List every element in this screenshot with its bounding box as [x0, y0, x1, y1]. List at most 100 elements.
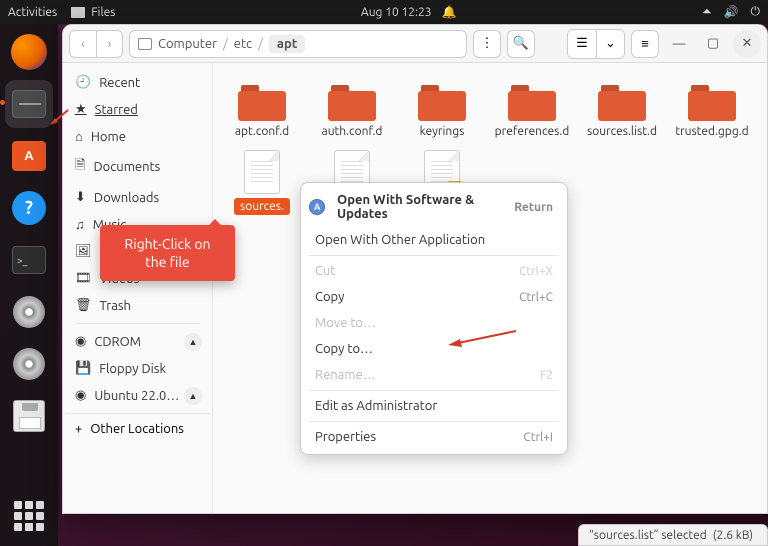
- dock-firefox[interactable]: [5, 28, 53, 76]
- ctx-label: Open With Software & Updates: [337, 193, 506, 221]
- sidebar-item-label: Home: [91, 130, 126, 144]
- sidebar-documents[interactable]: 🗎Documents: [65, 150, 210, 184]
- dock-disc2[interactable]: [5, 340, 53, 388]
- sidebar-item-label: Ubuntu 22.0…: [94, 389, 179, 403]
- ctx-open-other-app[interactable]: Open With Other Application: [301, 227, 567, 253]
- floppy-icon: [13, 400, 45, 432]
- breadcrumb-sep: /: [258, 37, 263, 51]
- nav-arrows: ‹ ›: [69, 30, 123, 58]
- breadcrumb[interactable]: Computer / etc / apt: [129, 30, 467, 58]
- sidebar-recent[interactable]: 🕘Recent: [65, 69, 210, 96]
- disc-icon: [13, 348, 45, 380]
- disc-icon: ◉: [75, 388, 86, 403]
- file-label: keyrings: [420, 125, 465, 138]
- folder-icon: [238, 81, 286, 121]
- ctx-label: Properties: [315, 430, 376, 444]
- sidebar-downloads[interactable]: ⬇Downloads: [65, 184, 210, 211]
- callout-text-1: Right-Click on: [124, 236, 210, 252]
- hamburger-icon: ≡: [641, 36, 649, 51]
- status-bar: “sources.list” selected (2.6 kB): [578, 524, 768, 546]
- sidebar-starred[interactable]: ★Starred: [65, 96, 210, 123]
- sidebar-item-label: Other Locations: [90, 422, 184, 436]
- dock-floppy[interactable]: [5, 392, 53, 440]
- dock-software[interactable]: A: [5, 132, 53, 180]
- ctx-shortcut: Return: [514, 201, 553, 214]
- search-icon: 🔍: [513, 36, 529, 51]
- clock-icon: 🕘: [75, 75, 91, 90]
- folder-keyrings[interactable]: keyrings: [397, 75, 487, 144]
- software-icon: A: [12, 141, 46, 171]
- folder-apt-conf-d[interactable]: apt.conf.d: [217, 75, 307, 144]
- callout-right-click: Right-Click on the file: [100, 225, 235, 281]
- sidebar-trash[interactable]: 🗑Trash: [65, 292, 210, 319]
- dock-apps[interactable]: [5, 492, 53, 540]
- topbar-files-label: Files: [91, 6, 115, 19]
- firefox-icon: [11, 34, 47, 70]
- dock-disc1[interactable]: [5, 288, 53, 336]
- sidebar-home[interactable]: ⌂ Home: [65, 123, 210, 150]
- ctx-label: Edit as Administrator: [315, 399, 437, 413]
- topbar-files[interactable]: Files: [71, 6, 115, 19]
- power-icon[interactable]: ⏻: [751, 5, 761, 19]
- view-switcher: ☰ ⌄: [567, 29, 625, 59]
- minimize-button[interactable]: —: [665, 30, 693, 58]
- clock[interactable]: Aug 10 12:23: [361, 6, 432, 19]
- file-sources-list[interactable]: sources.: [217, 144, 307, 221]
- folder-trusted-gpg-d[interactable]: trusted.gpg.d: [667, 75, 757, 144]
- sidebar-other-locations[interactable]: +Other Locations: [65, 413, 210, 444]
- view-dropdown-button[interactable]: ⌄: [596, 30, 624, 58]
- volume-icon[interactable]: 🔊: [724, 5, 739, 19]
- close-button[interactable]: ✕: [733, 30, 761, 58]
- dock-help[interactable]: ?: [5, 184, 53, 232]
- ctx-edit-as-admin[interactable]: Edit as Administrator: [301, 393, 567, 419]
- sidebar-floppy[interactable]: 💾Floppy Disk: [65, 355, 210, 382]
- menu-button[interactable]: ⋮: [473, 30, 501, 58]
- folder-icon: [71, 7, 85, 18]
- eject-button[interactable]: ▲: [184, 333, 202, 351]
- home-icon: ⌂: [75, 129, 83, 144]
- sidebar-item-label: CDROM: [94, 335, 141, 349]
- kebab-icon: ⋮: [481, 36, 494, 51]
- ctx-shortcut: F2: [540, 369, 553, 382]
- status-size: (2.6 kB): [713, 529, 753, 542]
- ctx-open-software-updates[interactable]: Open With Software & Updates Return: [301, 187, 567, 227]
- ctx-label: Rename…: [315, 368, 376, 382]
- ctx-separator: [309, 421, 559, 422]
- folder-auth-conf-d[interactable]: auth.conf.d: [307, 75, 397, 144]
- hamburger-button[interactable]: ≡: [631, 30, 659, 58]
- sidebar-item-label: Documents: [93, 160, 160, 174]
- ctx-move-to: Move to…: [301, 310, 567, 336]
- notification-icon[interactable]: 🔔: [442, 5, 457, 19]
- folder-preferences-d[interactable]: preferences.d: [487, 75, 577, 144]
- back-button[interactable]: ‹: [70, 31, 96, 57]
- ctx-label: Open With Other Application: [315, 233, 485, 247]
- ctx-properties[interactable]: PropertiesCtrl+I: [301, 424, 567, 450]
- list-icon: ☰: [576, 36, 588, 51]
- apps-grid-icon: [14, 501, 44, 531]
- eject-button[interactable]: ▲: [184, 387, 202, 405]
- app-icon: [309, 199, 325, 215]
- dock-terminal[interactable]: >_: [5, 236, 53, 284]
- chevron-down-icon: ⌄: [605, 36, 616, 51]
- sidebar-divider: [75, 323, 200, 324]
- floppy-icon: 💾: [75, 361, 91, 376]
- file-icon: [244, 150, 280, 194]
- sidebar-ubuntu[interactable]: ◉ Ubuntu 22.0… ▲: [65, 382, 210, 409]
- search-button[interactable]: 🔍: [507, 30, 535, 58]
- ctx-copy-to[interactable]: Copy to…: [301, 336, 567, 362]
- crumb-etc[interactable]: etc: [234, 37, 252, 51]
- crumb-computer[interactable]: Computer: [158, 37, 217, 51]
- maximize-button[interactable]: ▢: [699, 30, 727, 58]
- forward-button[interactable]: ›: [96, 31, 122, 57]
- sidebar-cdrom[interactable]: ◉CDROM▲: [65, 328, 210, 355]
- ctx-copy[interactable]: CopyCtrl+C: [301, 284, 567, 310]
- activities-button[interactable]: Activities: [8, 6, 57, 19]
- list-view-button[interactable]: ☰: [568, 30, 596, 58]
- crumb-apt[interactable]: apt: [269, 35, 305, 53]
- fm-toolbar: ‹ › Computer / etc / apt ⋮ 🔍 ☰ ⌄ ≡ — ▢ ✕: [63, 25, 767, 63]
- picture-icon: 🖼: [75, 244, 92, 259]
- files-icon: [12, 90, 46, 118]
- network-icon[interactable]: ⏶: [702, 5, 712, 19]
- folder-sources-list-d[interactable]: sources.list.d: [577, 75, 667, 144]
- dock-files[interactable]: [5, 80, 53, 128]
